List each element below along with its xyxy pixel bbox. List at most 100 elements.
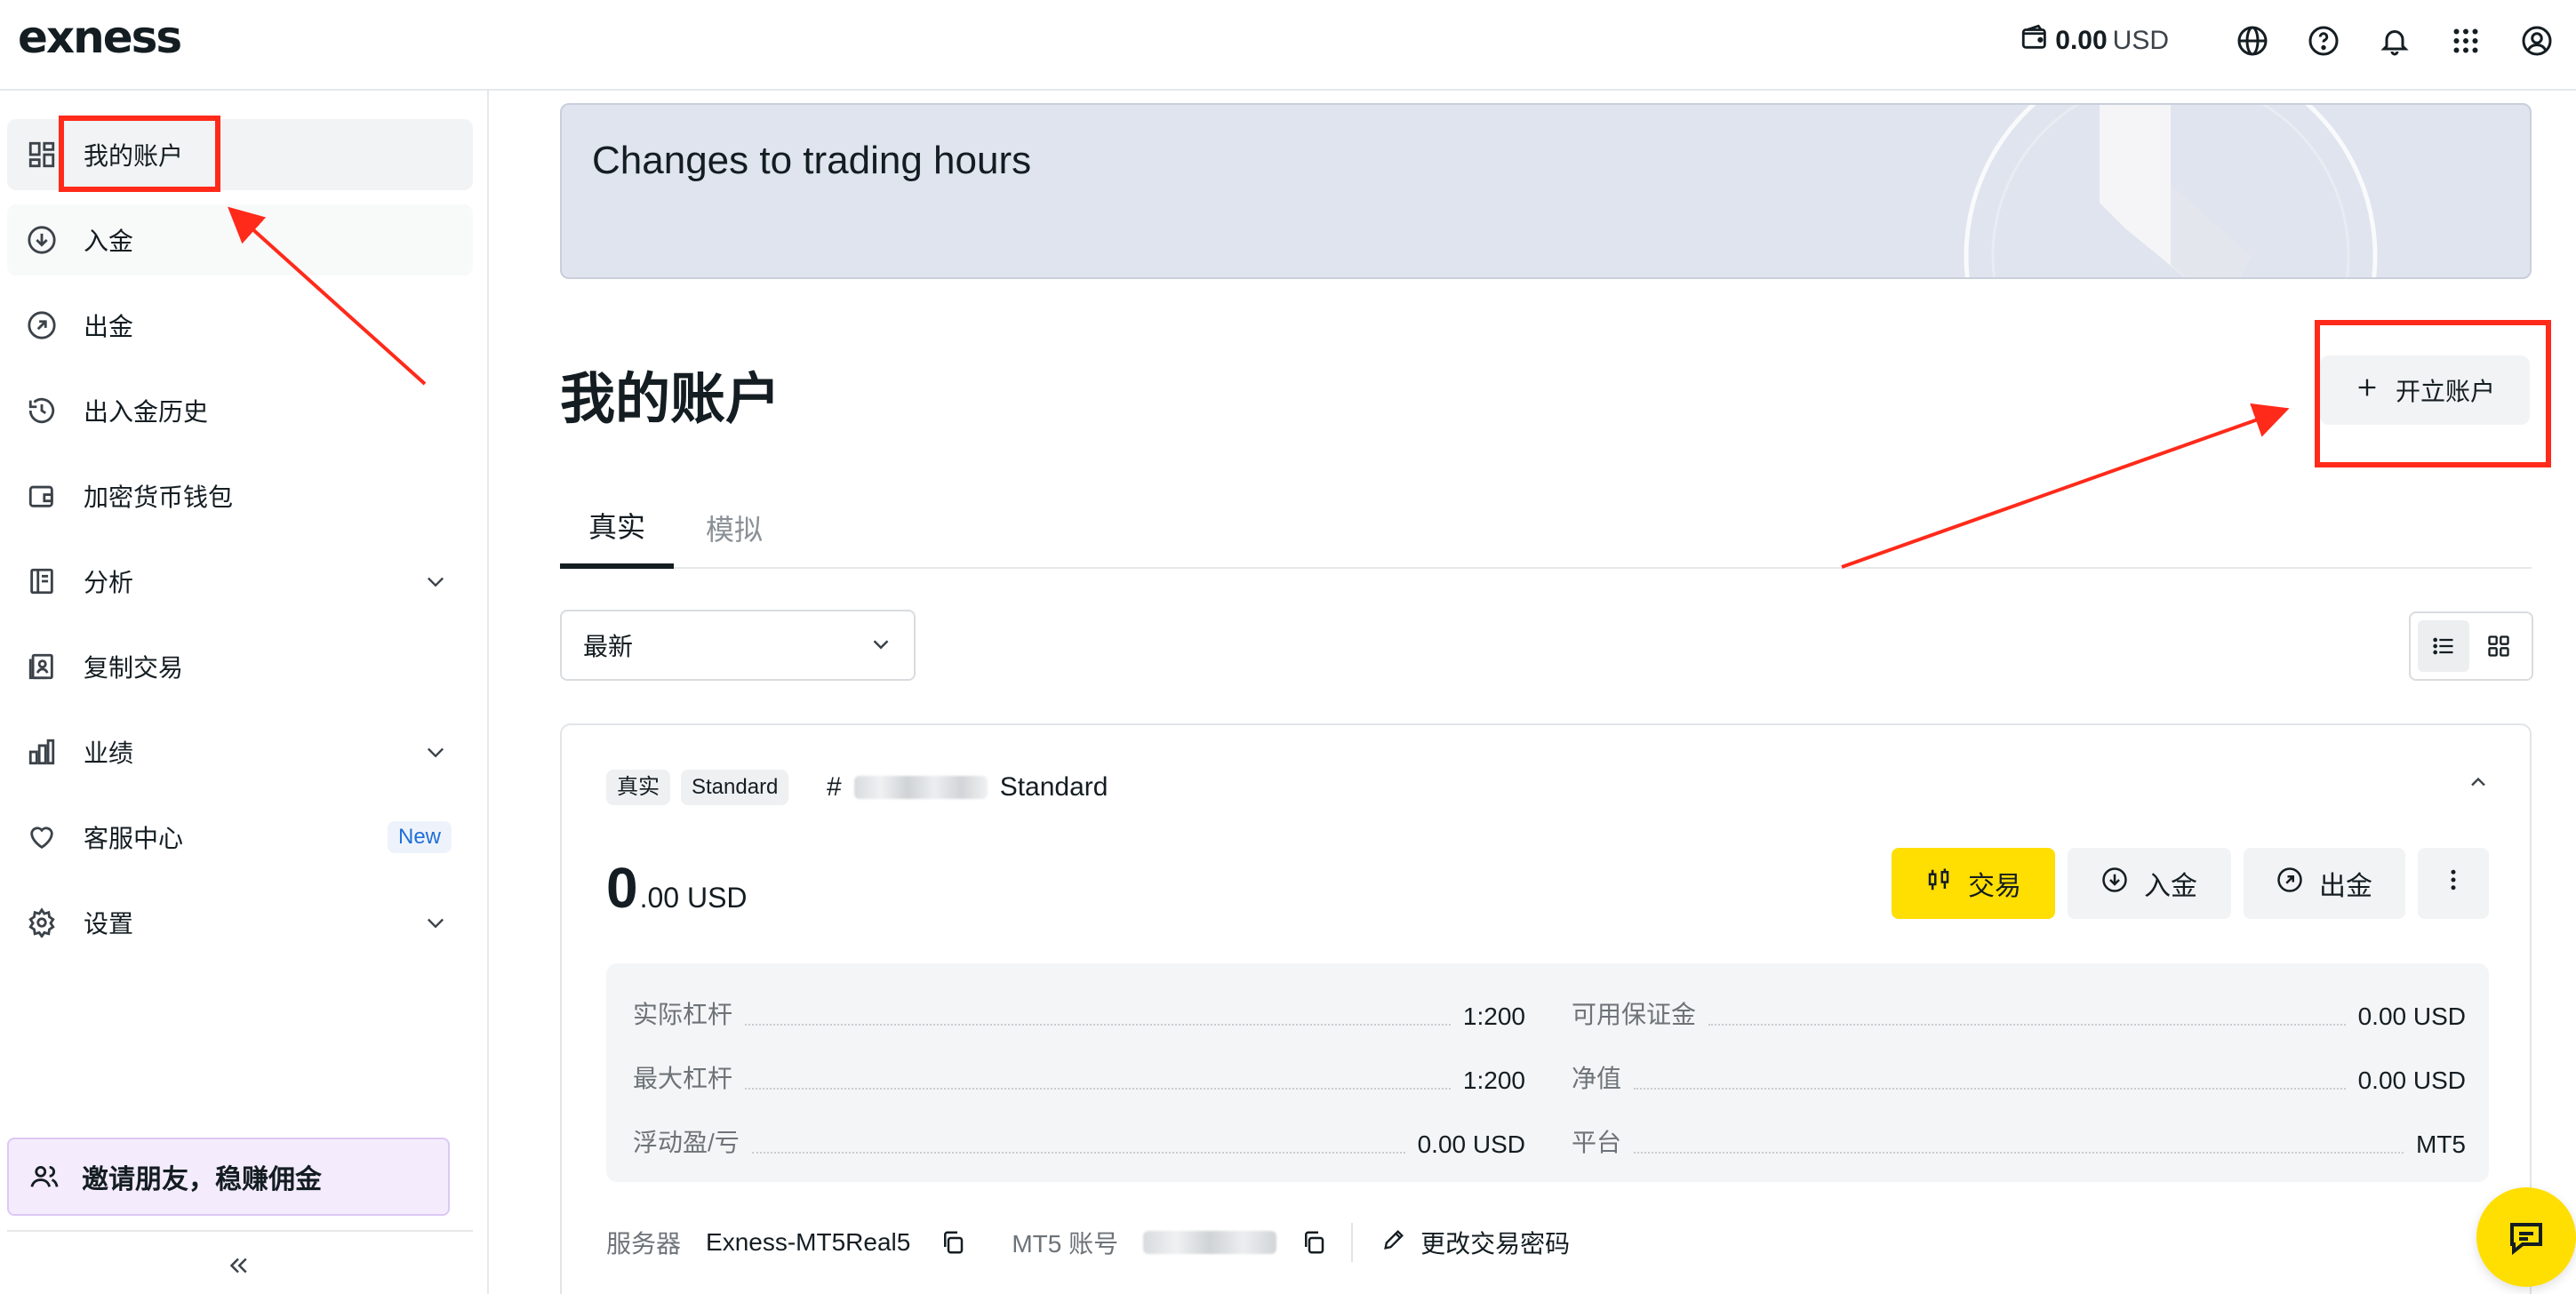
bell-icon[interactable] (2375, 21, 2414, 60)
help-icon[interactable] (2304, 21, 2343, 60)
stat-key: 净值 (1572, 1065, 1622, 1092)
divider (1351, 1223, 1354, 1262)
exness-logo[interactable]: exness (18, 11, 182, 64)
stat-value: 0.00 USD (1417, 1130, 1525, 1158)
promo-banner[interactable]: Changes to trading hours (560, 103, 2532, 279)
banner-title: Changes to trading hours (592, 139, 1032, 182)
trade-label: 交易 (1968, 872, 2021, 901)
sidebar-item-label: 出金 (84, 313, 134, 340)
sidebar-item-my-accounts[interactable]: 我的账户 (7, 119, 473, 190)
stat-row: 实际杠杆 1:200 (633, 995, 1525, 1031)
performance-chart-icon (25, 735, 59, 769)
stat-row: 浮动盈/亏 0.00 USD (633, 1123, 1525, 1159)
sidebar-item-label: 业绩 (84, 739, 134, 767)
account-number: # Standard (827, 770, 1108, 805)
open-account-label: 开立账户 (2395, 378, 2495, 405)
tab-real[interactable]: 真实 (560, 487, 674, 569)
stat-row: 净值 0.00 USD (1572, 1059, 2466, 1095)
deposit-label: 入金 (2144, 872, 2197, 901)
sidebar-item-label: 复制交易 (84, 654, 184, 682)
view-toggle (2409, 611, 2533, 681)
candlestick-icon (1925, 867, 1952, 900)
heart-icon (25, 820, 59, 854)
wallet-icon (25, 479, 59, 513)
invite-label: 邀请朋友，稳赚佣金 (82, 1165, 322, 1194)
sidebar-item-withdraw[interactable]: 出金 (7, 290, 473, 361)
sidebar-item-label: 出入金历史 (84, 398, 209, 426)
wallet-icon (2020, 22, 2050, 60)
trade-button[interactable]: 交易 (1892, 848, 2055, 919)
withdraw-label: 出金 (2319, 872, 2372, 901)
sidebar-item-label: 加密货币钱包 (84, 483, 234, 511)
stat-key: 可用保证金 (1572, 1001, 1697, 1028)
more-options-button[interactable] (2418, 848, 2489, 919)
sort-select[interactable]: 最新 (560, 610, 916, 681)
server-value: Exness-MT5Real5 (706, 1228, 911, 1256)
stat-key: 平台 (1572, 1129, 1622, 1156)
stat-key: 浮动盈/亏 (633, 1129, 740, 1156)
stat-row: 可用保证金 0.00 USD (1572, 995, 2466, 1031)
stat-value: 0.00 USD (2357, 1066, 2466, 1094)
account-type-label: Standard (999, 772, 1108, 802)
copy-trading-icon (25, 650, 59, 683)
sidebar-item-settings[interactable]: 设置 (7, 887, 473, 958)
history-icon (25, 394, 59, 427)
sidebar-item-deposit[interactable]: 入金 (7, 204, 473, 276)
balance-amount: 0.00 (2055, 26, 2108, 55)
invite-friends-banner[interactable]: 邀请朋友，稳赚佣金 (7, 1138, 450, 1216)
masked-account-number (853, 776, 988, 799)
analytics-icon (25, 564, 59, 598)
divider (7, 1230, 473, 1232)
balance-integer: 0 (606, 856, 638, 920)
collapse-sidebar-icon[interactable] (220, 1246, 256, 1285)
account-card: 真实 Standard # Standard 0 .00 USD 交易 入金 出… (560, 723, 2532, 1294)
gear-icon (25, 906, 59, 939)
copy-icon[interactable] (1296, 1225, 1332, 1260)
deposit-icon (2101, 867, 2128, 900)
list-view-icon[interactable] (2418, 620, 2469, 672)
user-account-icon[interactable] (2517, 21, 2556, 60)
sidebar-item-history[interactable]: 出入金历史 (7, 375, 473, 446)
withdraw-button[interactable]: 出金 (2244, 848, 2405, 919)
sidebar-item-crypto-wallet[interactable]: 加密货币钱包 (7, 460, 473, 531)
apps-grid-icon[interactable] (2446, 21, 2485, 60)
change-password-label: 更改交易密码 (1420, 1230, 1571, 1258)
plus-icon (2355, 375, 2380, 406)
masked-mt5-account (1143, 1231, 1277, 1254)
balance-currency: USD (2112, 26, 2169, 55)
deposit-icon (25, 223, 59, 257)
users-icon (28, 1161, 60, 1193)
sidebar-item-analytics[interactable]: 分析 (7, 546, 473, 617)
sidebar-item-label: 我的账户 (84, 142, 184, 170)
top-right-controls: 0.00 USD (2020, 18, 2556, 64)
sidebar-item-performance[interactable]: 业绩 (7, 716, 473, 787)
grid-view-icon[interactable] (2473, 620, 2524, 672)
deposit-button[interactable]: 入金 (2068, 848, 2231, 919)
stat-row: 平台 MT5 (1572, 1123, 2466, 1159)
chevron-down-icon (868, 631, 894, 664)
stat-value: 1:200 (1462, 1002, 1525, 1030)
sidebar-item-label: 客服中心 (84, 825, 184, 852)
chat-support-icon[interactable] (2476, 1187, 2576, 1287)
sidebar-item-copy-trading[interactable]: 复制交易 (7, 631, 473, 702)
sidebar-item-support-center[interactable]: 客服中心 New (7, 802, 473, 873)
sidebar: 我的账户 入金 出金 出入金历史 加密货币钱包 分析 复制交易 业绩 客服中心 … (0, 91, 489, 1294)
sort-value: 最新 (583, 633, 634, 660)
account-stats: 实际杠杆 1:200 可用保证金 0.00 USD 最大杠杆 1:200 净值 … (606, 963, 2489, 1182)
header-balance[interactable]: 0.00 USD (2020, 22, 2169, 60)
new-badge: New (387, 821, 452, 853)
account-balance: 0 .00 USD (606, 855, 748, 921)
copy-icon[interactable] (935, 1225, 971, 1260)
open-account-button[interactable]: 开立账户 (2320, 355, 2530, 425)
globe-icon[interactable] (2233, 21, 2272, 60)
tab-demo[interactable]: 模拟 (690, 487, 779, 569)
chip-real: 真实 (606, 770, 670, 805)
account-number-prefix: # (827, 772, 842, 802)
more-vertical-icon (2440, 867, 2467, 900)
change-password-link[interactable]: 更改交易密码 (1381, 1225, 1570, 1260)
chevron-down-icon (420, 565, 452, 597)
sidebar-item-label: 入金 (84, 228, 134, 255)
stat-value: 1:200 (1462, 1066, 1525, 1094)
stat-key: 最大杠杆 (633, 1065, 733, 1092)
chevron-up-icon[interactable] (2462, 766, 2494, 798)
